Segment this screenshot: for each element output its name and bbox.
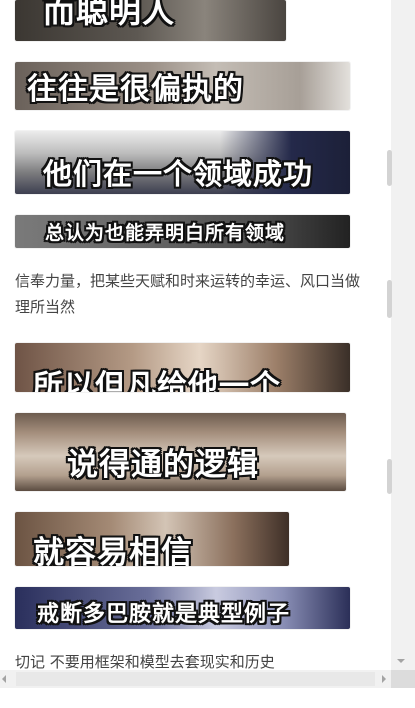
frame-caption: 往往是很偏执的 — [27, 72, 244, 107]
video-frame-6: 说得通的逻辑 — [15, 413, 346, 491]
frame-caption: 戒断多巴胺就是典型例子 — [37, 602, 291, 627]
window-bottom-edge — [0, 688, 415, 708]
scroll-right-icon[interactable] — [382, 675, 386, 683]
video-frame-2: 往往是很偏执的 — [15, 62, 350, 110]
frame-caption: 他们在一个领域成功 — [43, 157, 314, 191]
frame-caption: 总认为也能弄明白所有领域 — [45, 222, 286, 244]
scroll-marker — [387, 150, 392, 186]
scroll-left-icon[interactable] — [2, 675, 6, 683]
video-frame-4: 总认为也能弄明白所有领域 — [15, 215, 350, 248]
scrollbar-corner — [391, 670, 415, 688]
vertical-scrollbar[interactable] — [391, 0, 415, 670]
video-frame-5: 所以但凡给他一个 — [15, 343, 350, 392]
scroll-marker — [387, 280, 392, 318]
video-frame-1: 而聪明人 — [15, 0, 286, 41]
video-frame-3: 他们在一个领域成功 — [15, 131, 350, 194]
scroll-down-icon[interactable] — [397, 659, 405, 663]
video-frame-8: 戒断多巴胺就是典型例子 — [15, 587, 350, 629]
paragraph: 切记 不要用框架和模型去套现实和历史 — [15, 653, 275, 670]
video-frame-7: 就容易相信 — [15, 512, 289, 566]
frame-caption: 说得通的逻辑 — [67, 447, 259, 483]
frame-caption: 所以但凡给他一个 — [33, 369, 281, 392]
frame-caption: 就容易相信 — [33, 535, 193, 566]
paragraph: 信奉力量，把某些天赋和时来运转的幸运、风口当做理所当然 — [15, 272, 361, 316]
scroll-marker — [387, 459, 392, 494]
horizontal-scroll-thumb[interactable] — [16, 672, 375, 686]
article-content: 而聪明人 往往是很偏执的 他们在一个领域成功 总认为也能弄明白所有领域 信奉力量… — [0, 0, 391, 670]
frame-caption: 而聪明人 — [43, 0, 176, 30]
